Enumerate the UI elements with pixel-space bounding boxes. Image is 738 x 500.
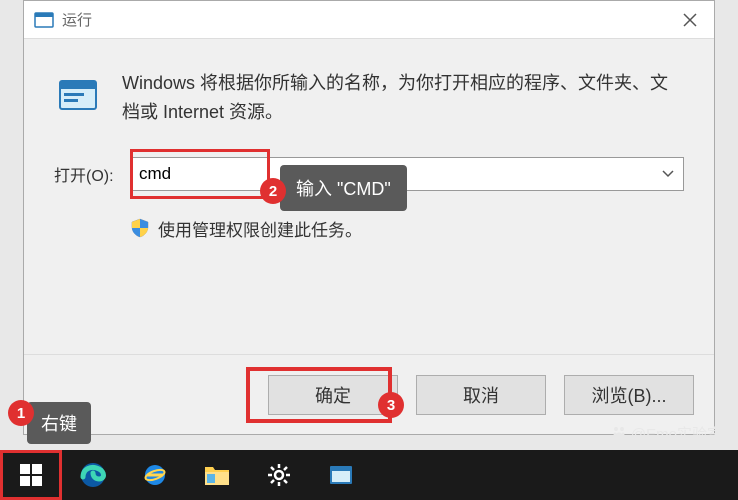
- browse-button[interactable]: 浏览(B)...: [564, 375, 694, 415]
- admin-note-text: 使用管理权限创建此任务。: [158, 216, 362, 241]
- open-combobox[interactable]: [130, 157, 684, 191]
- ie-browser-icon[interactable]: [124, 450, 186, 500]
- admin-note-row: 使用管理权限创建此任务。: [54, 216, 684, 241]
- dialog-title: 运行: [62, 9, 92, 30]
- callout-input-cmd: 输入 "CMD": [280, 165, 407, 211]
- run-taskbar-icon[interactable]: [310, 450, 372, 500]
- button-bar: 确定 取消 浏览(B)...: [24, 354, 714, 434]
- taskbar: [0, 450, 738, 500]
- shield-icon: [130, 218, 150, 238]
- titlebar: 运行: [24, 1, 714, 39]
- file-explorer-icon[interactable]: [186, 450, 248, 500]
- dialog-content: Windows 将根据你所输入的名称，为你打开相应的程序、文件夹、文档或 Int…: [24, 39, 714, 261]
- start-button[interactable]: [0, 450, 62, 500]
- run-title-icon: [34, 12, 54, 28]
- close-button[interactable]: [666, 1, 714, 39]
- watermark: @Emo实验室: [611, 423, 722, 444]
- watermark-text: @Emo实验室: [631, 423, 722, 444]
- run-dialog: 运行 Windows 将根据你所输入的名称，为你打开相应的程序、文件夹、文档或 …: [23, 0, 715, 435]
- paw-icon: [611, 424, 627, 444]
- callout-rightclick: 右键: [27, 402, 91, 444]
- description-text: Windows 将根据你所输入的名称，为你打开相应的程序、文件夹、文档或 Int…: [122, 69, 684, 127]
- annotation-badge-2: 2: [260, 178, 286, 204]
- run-icon: [54, 73, 102, 121]
- cancel-button[interactable]: 取消: [416, 375, 546, 415]
- settings-icon[interactable]: [248, 450, 310, 500]
- open-label: 打开(O):: [54, 162, 130, 186]
- annotation-badge-3: 3: [378, 392, 404, 418]
- combo-wrapper: [130, 157, 684, 191]
- annotation-badge-1: 1: [8, 400, 34, 426]
- edge-browser-icon[interactable]: [62, 450, 124, 500]
- description-row: Windows 将根据你所输入的名称，为你打开相应的程序、文件夹、文档或 Int…: [54, 69, 684, 127]
